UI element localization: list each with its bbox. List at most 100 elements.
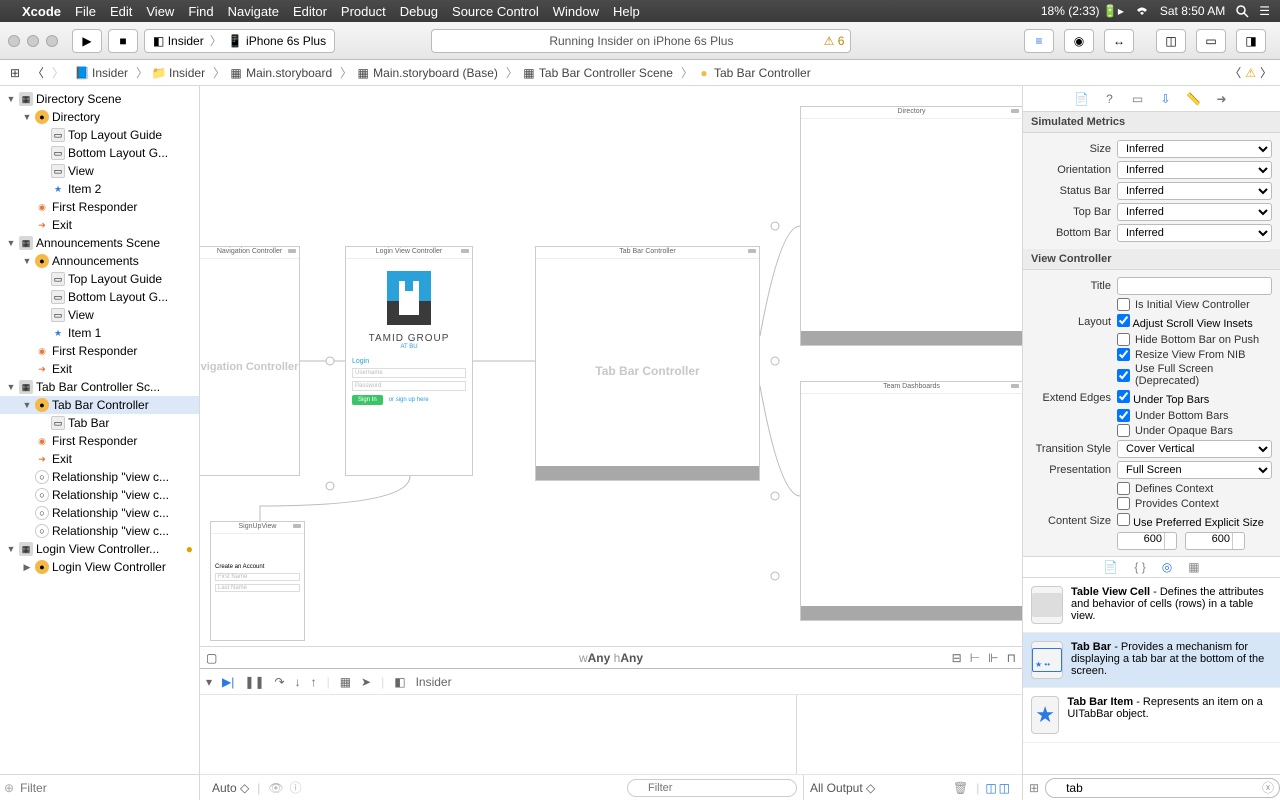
- back-button[interactable]: 〈: [31, 66, 45, 80]
- under-bottom-checkbox[interactable]: [1117, 409, 1130, 422]
- process-name[interactable]: Insider: [416, 675, 452, 689]
- code-snippet-tab[interactable]: { }: [1134, 560, 1145, 574]
- menu-view[interactable]: View: [146, 4, 174, 19]
- file-inspector-tab[interactable]: 📄: [1074, 91, 1090, 107]
- align-icon[interactable]: ⊟: [952, 651, 962, 665]
- quicklook-icon[interactable]: 👁: [268, 781, 283, 795]
- outline-row[interactable]: ★Item 2: [0, 180, 199, 198]
- location-icon[interactable]: ➤: [361, 675, 371, 689]
- menu-editor[interactable]: Editor: [293, 4, 327, 19]
- outline-row[interactable]: ○Relationship "view c...: [0, 522, 199, 540]
- toggle-navigator-button[interactable]: ◫: [1156, 29, 1186, 53]
- object-library[interactable]: Table View Cell - Defines the attributes…: [1023, 578, 1280, 774]
- menu-help[interactable]: Help: [613, 4, 640, 19]
- panel-right-icon[interactable]: ◫: [999, 781, 1010, 795]
- pause-icon[interactable]: ❚❚: [244, 675, 264, 689]
- outline-row[interactable]: ▭Bottom Layout G...: [0, 144, 199, 162]
- scene-navigation-controller[interactable]: Navigation Controller vigation Controlle…: [200, 246, 300, 476]
- object-library-tab[interactable]: ◎: [1162, 560, 1172, 574]
- outline-row[interactable]: ▼▦Login View Controller...●: [0, 540, 199, 558]
- defines-context-checkbox[interactable]: [1117, 482, 1130, 495]
- outline-row[interactable]: ➜Exit: [0, 360, 199, 378]
- print-icon[interactable]: ⓘ: [290, 779, 302, 796]
- outline-row[interactable]: ▭View: [0, 162, 199, 180]
- scheme-selector[interactable]: ◧ Insider 〉 📱 iPhone 6s Plus: [144, 29, 335, 53]
- bottombar-select[interactable]: Inferred: [1117, 224, 1272, 242]
- content-width-input[interactable]: 600: [1117, 532, 1177, 550]
- menu-product[interactable]: Product: [341, 4, 386, 19]
- connections-inspector-tab[interactable]: ➜: [1214, 91, 1230, 107]
- editor-standard-button[interactable]: ≡: [1024, 29, 1054, 53]
- outline-row[interactable]: ○Relationship "view c...: [0, 468, 199, 486]
- outline-row[interactable]: ○Relationship "view c...: [0, 486, 199, 504]
- editor-assistant-button[interactable]: ◉: [1064, 29, 1094, 53]
- transition-select[interactable]: Cover Vertical: [1117, 440, 1272, 458]
- outline-row[interactable]: ▭Top Layout Guide: [0, 270, 199, 288]
- scene-login-view-controller[interactable]: Login View Controller TAMID GROUP AT BU …: [345, 246, 473, 476]
- resize-nib-checkbox[interactable]: [1117, 348, 1130, 361]
- outline-row[interactable]: ▼●Directory: [0, 108, 199, 126]
- stop-button[interactable]: ■: [108, 29, 138, 53]
- outline-row[interactable]: ▭Top Layout Guide: [0, 126, 199, 144]
- menu-source-control[interactable]: Source Control: [452, 4, 539, 19]
- clear-filter-icon[interactable]: ⓧ: [1262, 779, 1274, 796]
- step-over-icon[interactable]: ↷: [275, 675, 285, 689]
- menu-extras-icon[interactable]: ☰: [1259, 4, 1270, 18]
- jump-seg-project[interactable]: 📘Insider: [75, 66, 128, 80]
- use-pref-size-checkbox[interactable]: [1117, 513, 1130, 526]
- hide-debug-icon[interactable]: ▾: [206, 675, 212, 689]
- activity-viewer[interactable]: Running Insider on iPhone 6s Plus ⚠ 6: [431, 29, 851, 53]
- spotlight-icon[interactable]: [1235, 4, 1249, 18]
- toggle-debug-button[interactable]: ▭: [1196, 29, 1226, 53]
- provides-context-checkbox[interactable]: [1117, 497, 1130, 510]
- forward-button[interactable]: 〉: [51, 66, 65, 80]
- warning-badge[interactable]: ⚠ 6: [824, 34, 845, 48]
- size-class-bar[interactable]: ▢ wAny hAny ⊟ ⊢ ⊩ ⊓: [200, 646, 1022, 668]
- continue-icon[interactable]: ▶|: [222, 675, 234, 689]
- menu-find[interactable]: Find: [188, 4, 213, 19]
- jump-seg-controller[interactable]: ●Tab Bar Controller: [697, 66, 811, 80]
- vc-title-input[interactable]: [1117, 277, 1272, 295]
- run-button[interactable]: ▶: [72, 29, 102, 53]
- library-item[interactable]: ★ ••Tab Bar - Provides a mechanism for d…: [1023, 633, 1280, 688]
- library-item[interactable]: ★Tab Bar Item - Represents an item on a …: [1023, 688, 1280, 743]
- issue-next-icon[interactable]: 〉: [1260, 64, 1272, 81]
- outline-row[interactable]: ◉First Responder: [0, 432, 199, 450]
- menu-window[interactable]: Window: [553, 4, 599, 19]
- app-name[interactable]: Xcode: [22, 4, 61, 19]
- wifi-icon[interactable]: [1134, 5, 1150, 17]
- outline-row[interactable]: ◉First Responder: [0, 198, 199, 216]
- attributes-inspector-tab[interactable]: ⇩: [1158, 91, 1174, 107]
- orientation-select[interactable]: Inferred: [1117, 161, 1272, 179]
- console-view[interactable]: [797, 695, 1022, 774]
- outline-row[interactable]: ▼▦Announcements Scene: [0, 234, 199, 252]
- console-output-scope[interactable]: All Output ◇: [810, 781, 875, 795]
- menu-file[interactable]: File: [75, 4, 96, 19]
- size-class-label[interactable]: wAny hAny: [579, 651, 643, 665]
- outline-row[interactable]: ➜Exit: [0, 450, 199, 468]
- outline-row[interactable]: ▼▦Tab Bar Controller Sc...: [0, 378, 199, 396]
- navigator-filter-input[interactable]: [16, 779, 195, 797]
- variables-scope[interactable]: Auto ◇: [212, 781, 249, 795]
- menu-debug[interactable]: Debug: [400, 4, 438, 19]
- variables-view[interactable]: [200, 695, 797, 774]
- statusbar-select[interactable]: Inferred: [1117, 182, 1272, 200]
- library-view-icon[interactable]: ⊞: [1029, 781, 1039, 795]
- outline-row[interactable]: ▭Bottom Layout G...: [0, 288, 199, 306]
- step-in-icon[interactable]: ↓: [295, 675, 301, 689]
- outline-row[interactable]: ▼●Announcements: [0, 252, 199, 270]
- outline-row[interactable]: ◉First Responder: [0, 342, 199, 360]
- hide-bottom-checkbox[interactable]: [1117, 333, 1130, 346]
- size-select[interactable]: Inferred: [1117, 140, 1272, 158]
- resize-icon[interactable]: ⊓: [1007, 651, 1016, 665]
- view-debug-icon[interactable]: ▦: [340, 675, 351, 689]
- identity-inspector-tab[interactable]: ▭: [1130, 91, 1146, 107]
- outline-row[interactable]: ○Relationship "view c...: [0, 504, 199, 522]
- outline-row[interactable]: ➜Exit: [0, 216, 199, 234]
- content-height-input[interactable]: 600: [1185, 532, 1245, 550]
- adjust-insets-checkbox[interactable]: [1117, 314, 1130, 327]
- outline-toggle-icon[interactable]: ▢: [206, 651, 217, 665]
- fullscreen-checkbox[interactable]: [1117, 369, 1130, 382]
- menu-navigate[interactable]: Navigate: [228, 4, 279, 19]
- outline-row[interactable]: ★Item 1: [0, 324, 199, 342]
